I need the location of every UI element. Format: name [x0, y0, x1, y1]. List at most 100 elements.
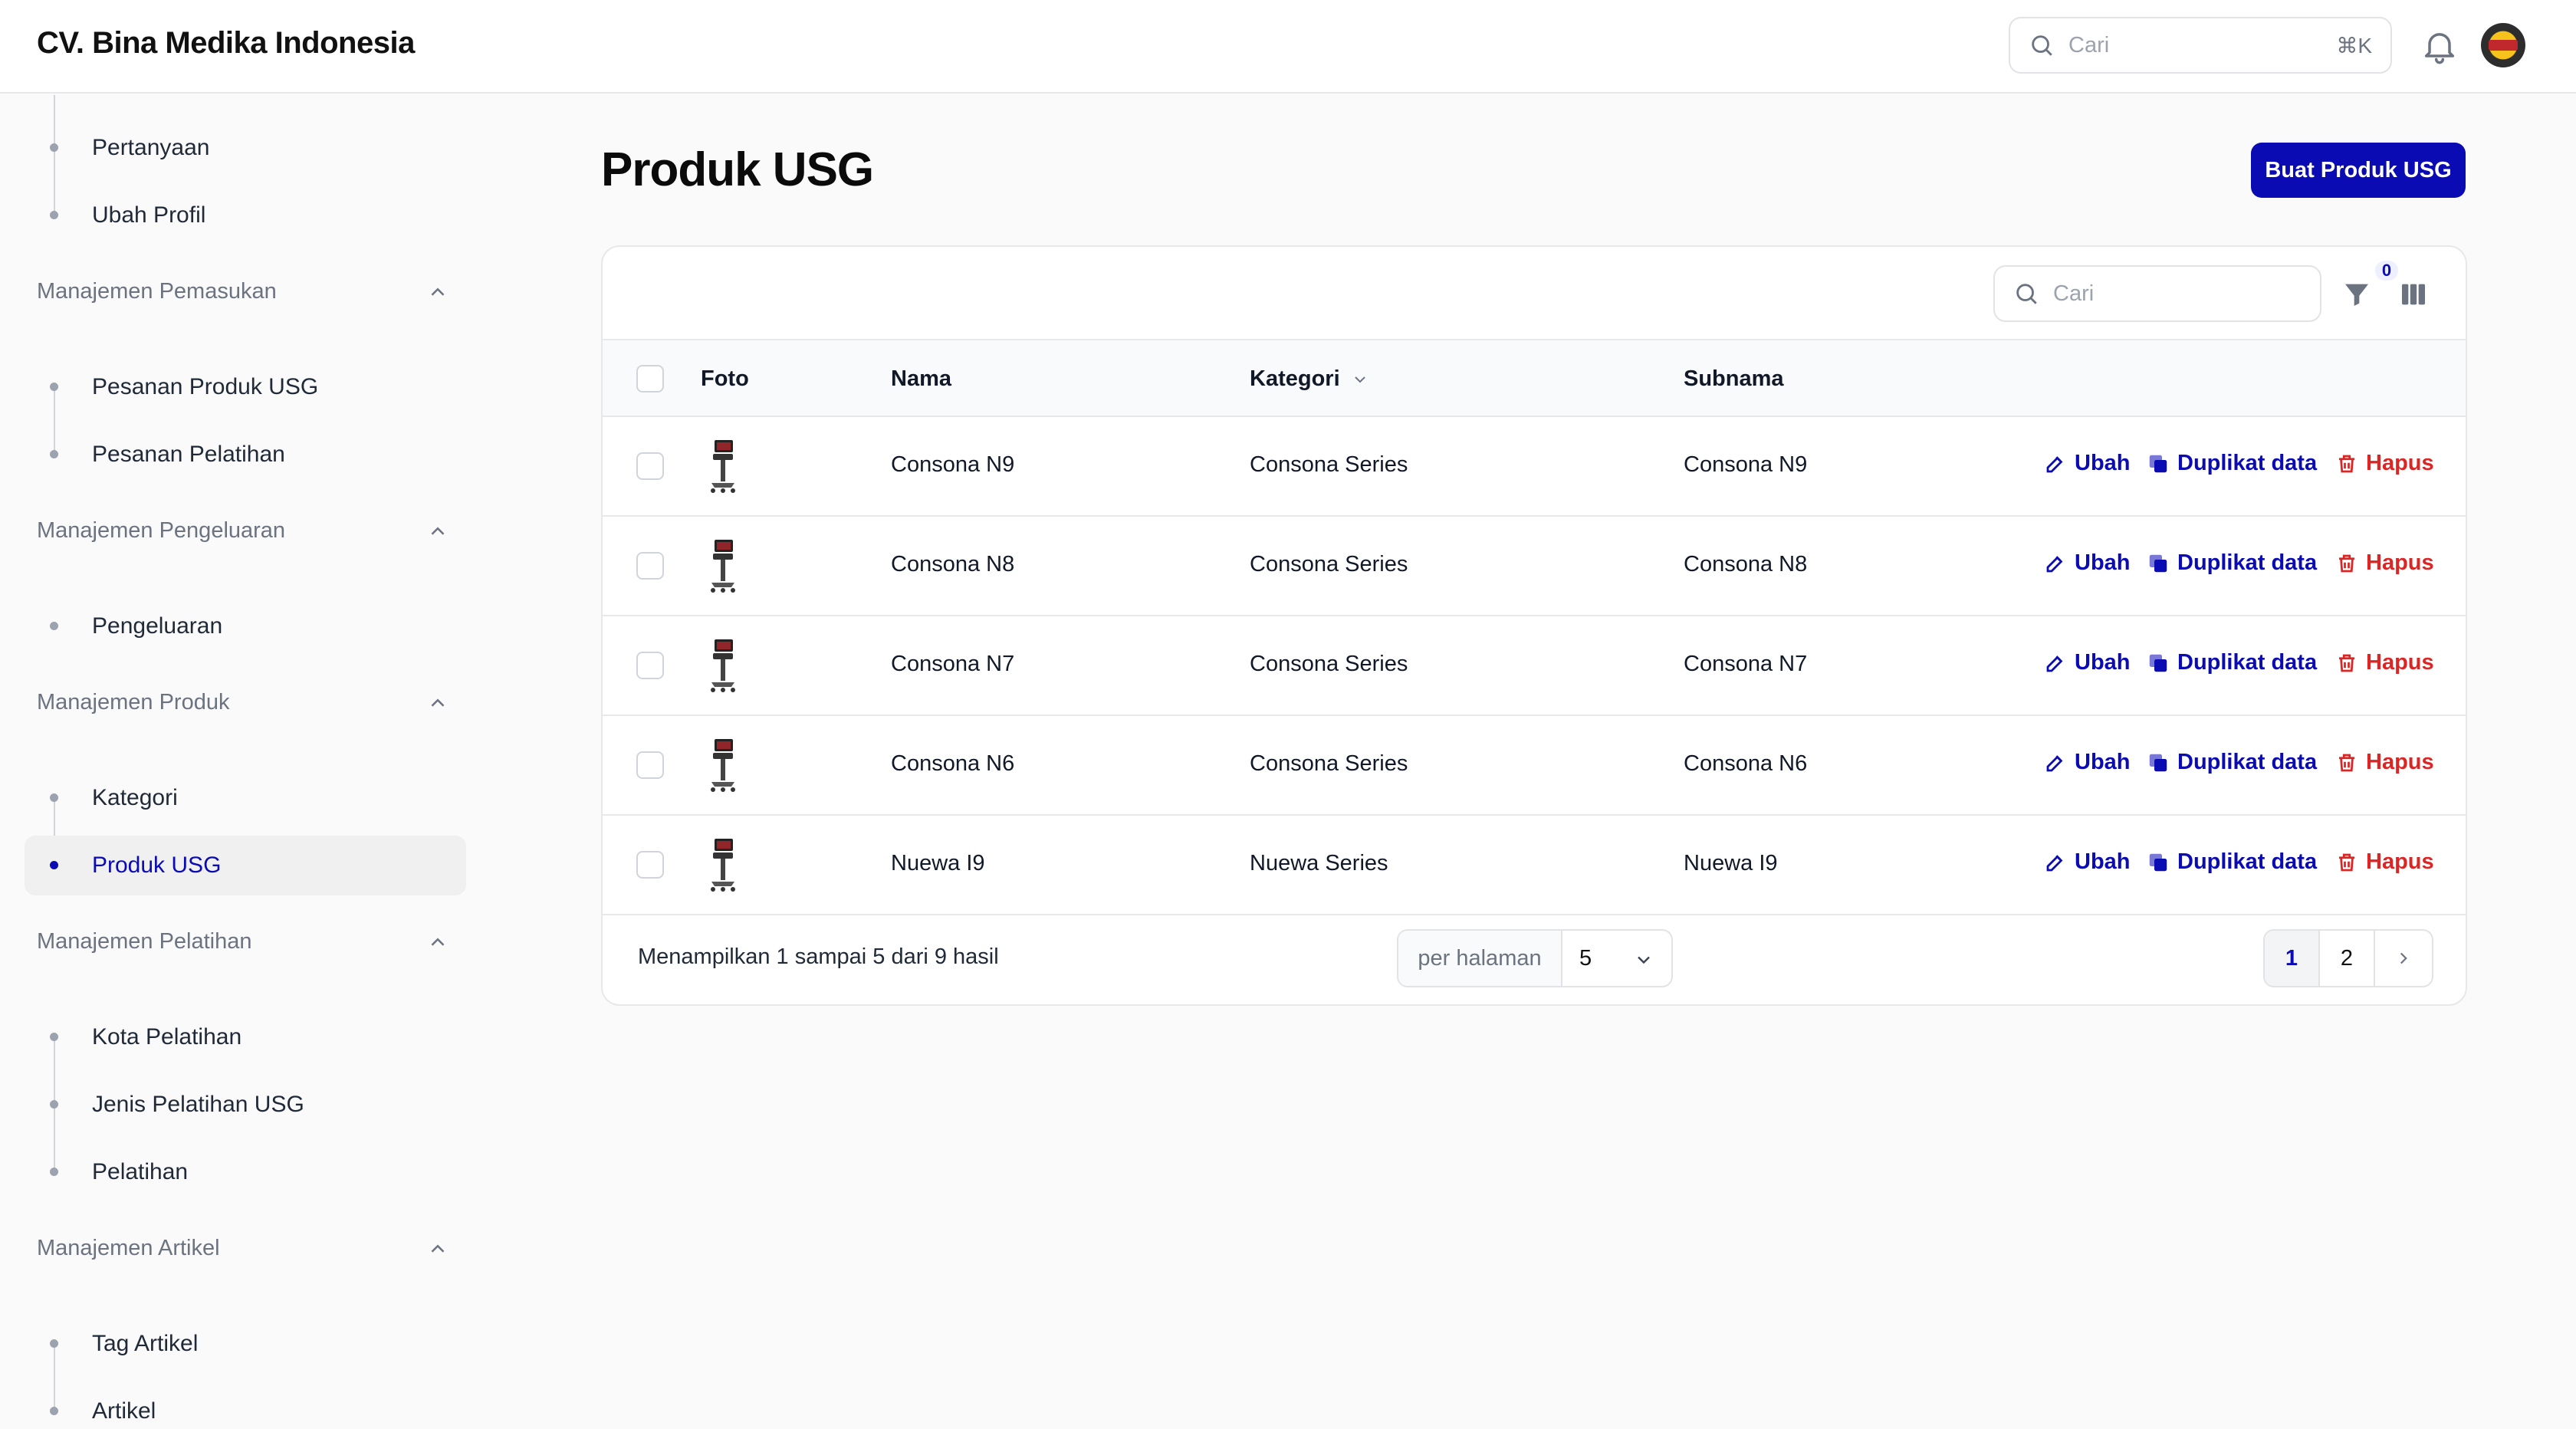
nav-dot	[50, 211, 58, 219]
cell-category: Consona Series	[1250, 452, 1408, 477]
columns-icon[interactable]	[2398, 279, 2429, 310]
sidebar-item-kota-pelatihan[interactable]: Kota Pelatihan	[25, 1007, 466, 1067]
filter-icon[interactable]	[2341, 279, 2372, 310]
delete-button[interactable]: Hapus	[2335, 550, 2434, 576]
sidebar-item-kategori[interactable]: Kategori	[25, 768, 466, 828]
duplicate-button[interactable]: Duplikat data	[2147, 849, 2317, 875]
nav-dot	[50, 793, 58, 802]
cell-name: Nuewa I9	[891, 851, 985, 875]
sidebar-item-artikel[interactable]: Artikel	[25, 1381, 466, 1429]
nav-dot	[50, 1407, 58, 1415]
chevron-up-icon[interactable]	[426, 281, 449, 304]
sidebar-item-label: Kota Pelatihan	[92, 1024, 242, 1050]
row-checkbox[interactable]	[636, 452, 664, 480]
column-name[interactable]: Nama	[891, 366, 951, 392]
per-page-select[interactable]: per halaman 5	[1397, 929, 1673, 987]
cell-name: Consona N9	[891, 452, 1015, 477]
pagination: 1 2	[2263, 929, 2433, 987]
trash-icon	[2339, 654, 2354, 672]
create-product-button[interactable]: Buat Produk USG	[2251, 143, 2466, 198]
edit-button[interactable]: Ubah	[2044, 650, 2131, 675]
nav-group-manajemen-pengeluaran[interactable]: Manajemen Pengeluaran	[37, 518, 285, 544]
duplicate-icon	[2149, 754, 2167, 771]
edit-button[interactable]: Ubah	[2044, 550, 2131, 576]
sidebar-item-pesanan-pelatihan[interactable]: Pesanan Pelatihan	[25, 425, 466, 485]
page-1-button[interactable]: 1	[2265, 931, 2320, 986]
edit-icon	[2046, 854, 2063, 871]
delete-button[interactable]: Hapus	[2335, 650, 2434, 675]
sidebar-item-pengeluaran[interactable]: Pengeluaran	[25, 596, 466, 656]
duplicate-label: Duplikat data	[2177, 550, 2318, 575]
table-row: Consona N7 Consona Series Consona N7 Uba…	[603, 616, 2466, 716]
delete-button[interactable]: Hapus	[2335, 750, 2434, 775]
table-search-input[interactable]: Cari	[1993, 265, 2321, 322]
cell-subname: Consona N9	[1684, 452, 1808, 477]
column-category[interactable]: Kategori	[1250, 366, 1369, 392]
edit-icon	[2046, 655, 2063, 672]
global-search-input[interactable]: Cari ⌘K	[2009, 17, 2392, 74]
edit-button[interactable]: Ubah	[2044, 849, 2131, 875]
edit-label: Ubah	[2075, 650, 2131, 675]
chevron-up-icon[interactable]	[426, 931, 449, 954]
nav-dot	[50, 450, 58, 458]
sidebar-item-tag-artikel[interactable]: Tag Artikel	[25, 1314, 466, 1374]
delete-button[interactable]: Hapus	[2335, 451, 2434, 476]
sidebar-item-label: Artikel	[92, 1398, 156, 1424]
sidebar-item-pertanyaan[interactable]: Pertanyaan	[25, 118, 466, 178]
sidebar-item-label: Pesanan Pelatihan	[92, 442, 285, 467]
cell-subname: Consona N8	[1684, 552, 1808, 577]
chevron-up-icon[interactable]	[426, 1237, 449, 1260]
sidebar-item-pesanan-produk-usg[interactable]: Pesanan Produk USG	[25, 357, 466, 417]
page-2-button[interactable]: 2	[2320, 931, 2375, 986]
cell-category: Consona Series	[1250, 552, 1408, 577]
column-subname: Subnama	[1684, 366, 1784, 391]
duplicate-button[interactable]: Duplikat data	[2147, 650, 2317, 675]
table-search-placeholder: Cari	[2053, 281, 2095, 306]
product-photo	[704, 638, 742, 693]
next-page-button[interactable]	[2375, 931, 2432, 986]
user-avatar[interactable]	[2481, 23, 2525, 67]
nav-group-manajemen-produk[interactable]: Manajemen Produk	[37, 690, 229, 715]
column-photo: Foto	[701, 366, 749, 391]
brand-name[interactable]: CV. Bina Medika Indonesia	[37, 26, 415, 61]
table-toolbar: Cari 0	[603, 247, 2466, 340]
nav-group-manajemen-pelatihan[interactable]: Manajemen Pelatihan	[37, 929, 252, 954]
edit-button[interactable]: Ubah	[2044, 750, 2131, 775]
nav-group-manajemen-artikel[interactable]: Manajemen Artikel	[37, 1236, 220, 1261]
product-photo	[704, 837, 742, 892]
sidebar-item-label: Produk USG	[92, 852, 222, 878]
select-all-checkbox[interactable]	[636, 365, 664, 393]
delete-label: Hapus	[2366, 451, 2434, 475]
row-checkbox[interactable]	[636, 751, 664, 779]
chevron-up-icon[interactable]	[426, 520, 449, 543]
edit-button[interactable]: Ubah	[2044, 451, 2131, 476]
delete-label: Hapus	[2366, 750, 2434, 774]
duplicate-button[interactable]: Duplikat data	[2147, 750, 2317, 775]
duplicate-button[interactable]: Duplikat data	[2147, 451, 2317, 476]
sidebar-item-label: Pelatihan	[92, 1159, 189, 1184]
edit-label: Ubah	[2075, 550, 2131, 575]
sidebar-item-label: Kategori	[92, 785, 178, 810]
sidebar-item-label: Pengeluaran	[92, 613, 223, 639]
sidebar-item-ubah-profil[interactable]: Ubah Profil	[25, 186, 466, 245]
per-page-value[interactable]: 5	[1562, 931, 1671, 986]
products-table-card: Cari 0 Foto Nama Kategori Subnama Conson…	[601, 245, 2467, 1006]
sidebar-item-produk-usg[interactable]: Produk USG	[25, 836, 466, 895]
sidebar-item-label: Ubah Profil	[92, 202, 206, 228]
duplicate-button[interactable]: Duplikat data	[2147, 550, 2317, 576]
nav-dot	[50, 861, 58, 869]
chevron-up-icon[interactable]	[426, 692, 449, 714]
nav-dot	[50, 383, 58, 391]
edit-label: Ubah	[2075, 451, 2131, 475]
row-checkbox[interactable]	[636, 851, 664, 879]
nav-group-manajemen-pemasukan[interactable]: Manajemen Pemasukan	[37, 279, 277, 304]
row-checkbox[interactable]	[636, 552, 664, 580]
delete-button[interactable]: Hapus	[2335, 849, 2434, 875]
cell-category: Consona Series	[1250, 751, 1408, 776]
bell-icon[interactable]	[2420, 26, 2459, 66]
row-checkbox[interactable]	[636, 652, 664, 679]
duplicate-icon	[2149, 455, 2167, 472]
table-row: Consona N9 Consona Series Consona N9 Uba…	[603, 417, 2466, 517]
sidebar-item-jenis-pelatihan-usg[interactable]: Jenis Pelatihan USG	[25, 1075, 466, 1135]
sidebar-item-pelatihan[interactable]: Pelatihan	[25, 1142, 466, 1202]
